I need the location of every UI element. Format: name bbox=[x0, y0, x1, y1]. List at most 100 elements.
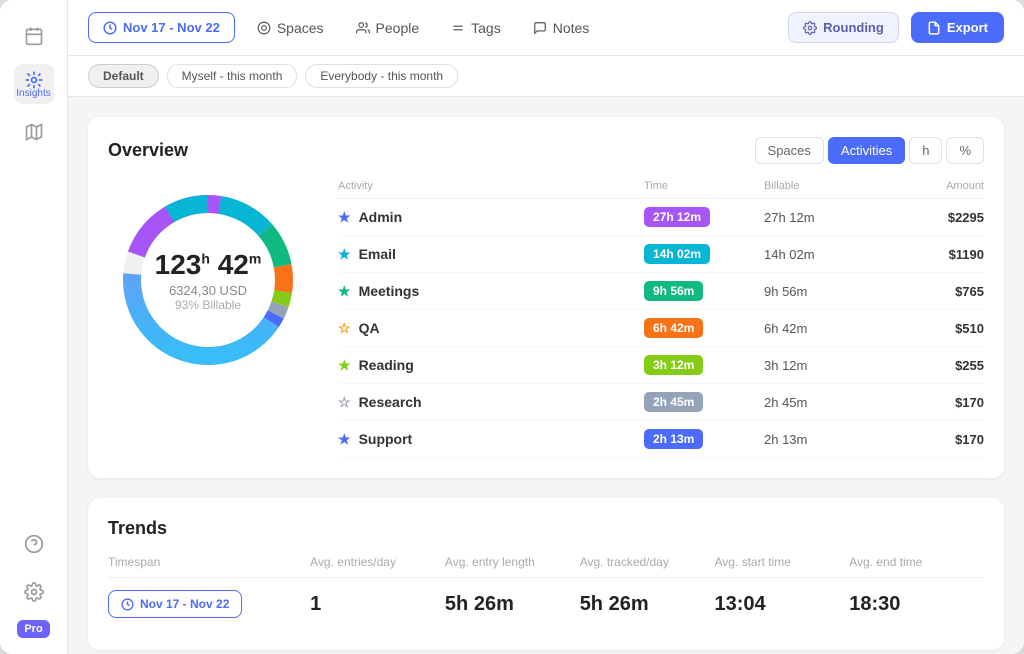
billable-cell: 14h 02m bbox=[764, 247, 884, 262]
activity-cell: ☆ Research bbox=[338, 394, 644, 411]
overview-card: Overview Spaces Activities h % bbox=[88, 117, 1004, 478]
amount-cell: $255 bbox=[884, 358, 984, 373]
date-range-label: Nov 17 - Nov 22 bbox=[123, 20, 220, 35]
view-activities[interactable]: Activities bbox=[828, 137, 905, 164]
filter-default[interactable]: Default bbox=[88, 64, 159, 88]
time-badge-cell: 3h 12m bbox=[644, 355, 764, 375]
donut-billable: 93% Billable bbox=[155, 298, 262, 312]
view-spaces[interactable]: Spaces bbox=[755, 137, 824, 164]
content-area: Overview Spaces Activities h % bbox=[68, 97, 1024, 654]
time-badge: 2h 45m bbox=[644, 392, 703, 412]
time-badge-cell: 2h 45m bbox=[644, 392, 764, 412]
billable-cell: 9h 56m bbox=[764, 284, 884, 299]
nav-notes[interactable]: Notes bbox=[523, 13, 600, 43]
trends-col-timespan: Timespan bbox=[108, 555, 310, 569]
filter-myself[interactable]: Myself - this month bbox=[167, 64, 298, 88]
amount-cell: $2295 bbox=[884, 210, 984, 225]
sidebar-icon-help[interactable] bbox=[14, 524, 54, 564]
time-badge: 6h 42m bbox=[644, 318, 703, 338]
activity-name: Support bbox=[359, 431, 413, 447]
time-badge-cell: 6h 42m bbox=[644, 318, 764, 338]
trends-avg-end: 18:30 bbox=[849, 593, 984, 616]
overview-body: 123h 42m 6324,30 USD 93% Billable Activi… bbox=[108, 180, 984, 458]
view-hours[interactable]: h bbox=[909, 137, 942, 164]
nav-people[interactable]: People bbox=[346, 13, 430, 43]
trends-col-tracked: Avg. tracked/day bbox=[580, 555, 715, 569]
view-toggle: Spaces Activities h % bbox=[755, 137, 984, 164]
trends-col-end: Avg. end time bbox=[849, 555, 984, 569]
table-row: ★ Reading 3h 12m 3h 12m $255 bbox=[338, 347, 984, 384]
activity-name: Email bbox=[359, 246, 396, 262]
trends-date-range: Nov 17 - Nov 22 bbox=[108, 590, 310, 618]
export-button[interactable]: Export bbox=[911, 12, 1004, 43]
trends-title: Trends bbox=[108, 518, 984, 539]
col-activity: Activity bbox=[338, 180, 644, 192]
nav-spaces-label: Spaces bbox=[277, 20, 324, 36]
rounding-button[interactable]: Rounding bbox=[788, 12, 899, 43]
insights-label: Insights bbox=[16, 88, 50, 99]
nav-people-label: People bbox=[376, 20, 420, 36]
table-row: ☆ Research 2h 45m 2h 45m $170 bbox=[338, 384, 984, 421]
sidebar: Insights Pro bbox=[0, 0, 68, 654]
trends-avg-start: 13:04 bbox=[714, 593, 849, 616]
amount-cell: $170 bbox=[884, 432, 984, 447]
sidebar-icon-map[interactable] bbox=[14, 112, 54, 152]
pro-badge[interactable]: Pro bbox=[17, 620, 49, 638]
nav-tags-label: Tags bbox=[471, 20, 501, 36]
sidebar-icon-insights[interactable]: Insights bbox=[14, 64, 54, 104]
star-icon: ★ bbox=[338, 357, 351, 374]
view-percent[interactable]: % bbox=[946, 137, 984, 164]
donut-usd: 6324,30 USD bbox=[155, 283, 262, 298]
table-row: ☆ QA 6h 42m 6h 42m $510 bbox=[338, 310, 984, 347]
trends-col-entries: Avg. entries/day bbox=[310, 555, 445, 569]
activity-cell: ★ Email bbox=[338, 246, 644, 263]
activity-name: Research bbox=[359, 394, 422, 410]
time-badge: 3h 12m bbox=[644, 355, 703, 375]
star-icon: ★ bbox=[338, 431, 351, 448]
filter-bar: Default Myself - this month Everybody - … bbox=[68, 56, 1024, 97]
time-badge-cell: 2h 13m bbox=[644, 429, 764, 449]
trends-row: Nov 17 - Nov 22 1 5h 26m 5h 26m 13:04 18… bbox=[108, 578, 984, 630]
amount-cell: $765 bbox=[884, 284, 984, 299]
topbar: Nov 17 - Nov 22 Spaces People Tags Notes bbox=[68, 0, 1024, 56]
time-badge-cell: 9h 56m bbox=[644, 281, 764, 301]
filter-everybody[interactable]: Everybody - this month bbox=[305, 64, 458, 88]
time-badge: 14h 02m bbox=[644, 244, 710, 264]
nav-tags[interactable]: Tags bbox=[441, 13, 511, 43]
table-row: ★ Support 2h 13m 2h 13m $170 bbox=[338, 421, 984, 458]
date-range-button[interactable]: Nov 17 - Nov 22 bbox=[88, 12, 235, 43]
activity-name: Admin bbox=[359, 209, 403, 225]
time-badge: 2h 13m bbox=[644, 429, 703, 449]
billable-cell: 2h 45m bbox=[764, 395, 884, 410]
billable-cell: 6h 42m bbox=[764, 321, 884, 336]
activity-table: Activity Time Billable Amount ★ Admin 27… bbox=[338, 180, 984, 458]
amount-cell: $510 bbox=[884, 321, 984, 336]
trends-col-start: Avg. start time bbox=[714, 555, 849, 569]
table-row: ★ Email 14h 02m 14h 02m $1190 bbox=[338, 236, 984, 273]
sidebar-icon-calendar[interactable] bbox=[14, 16, 54, 56]
trends-col-entry-length: Avg. entry length bbox=[445, 555, 580, 569]
table-header: Activity Time Billable Amount bbox=[338, 180, 984, 199]
export-label: Export bbox=[947, 20, 988, 35]
activity-cell: ☆ QA bbox=[338, 320, 644, 337]
star-icon: ☆ bbox=[338, 394, 351, 411]
trends-date-button[interactable]: Nov 17 - Nov 22 bbox=[108, 590, 242, 618]
trends-card: Trends Timespan Avg. entries/day Avg. en… bbox=[88, 498, 1004, 650]
donut-time: 123h 42m bbox=[155, 249, 262, 281]
nav-spaces[interactable]: Spaces bbox=[247, 13, 334, 43]
star-icon: ★ bbox=[338, 209, 351, 226]
billable-cell: 27h 12m bbox=[764, 210, 884, 225]
activity-rows: ★ Admin 27h 12m 27h 12m $2295 ★ Email 14… bbox=[338, 199, 984, 458]
trends-avg-entry-length: 5h 26m bbox=[445, 593, 580, 616]
time-badge: 27h 12m bbox=[644, 207, 710, 227]
time-badge-cell: 27h 12m bbox=[644, 207, 764, 227]
amount-cell: $170 bbox=[884, 395, 984, 410]
rounding-label: Rounding bbox=[823, 20, 884, 35]
amount-cell: $1190 bbox=[884, 247, 984, 262]
time-badge-cell: 14h 02m bbox=[644, 244, 764, 264]
overview-title: Overview bbox=[108, 140, 188, 161]
activity-name: QA bbox=[359, 320, 380, 336]
activity-cell: ★ Support bbox=[338, 431, 644, 448]
sidebar-icon-settings[interactable] bbox=[14, 572, 54, 612]
overview-header: Overview Spaces Activities h % bbox=[108, 137, 984, 164]
